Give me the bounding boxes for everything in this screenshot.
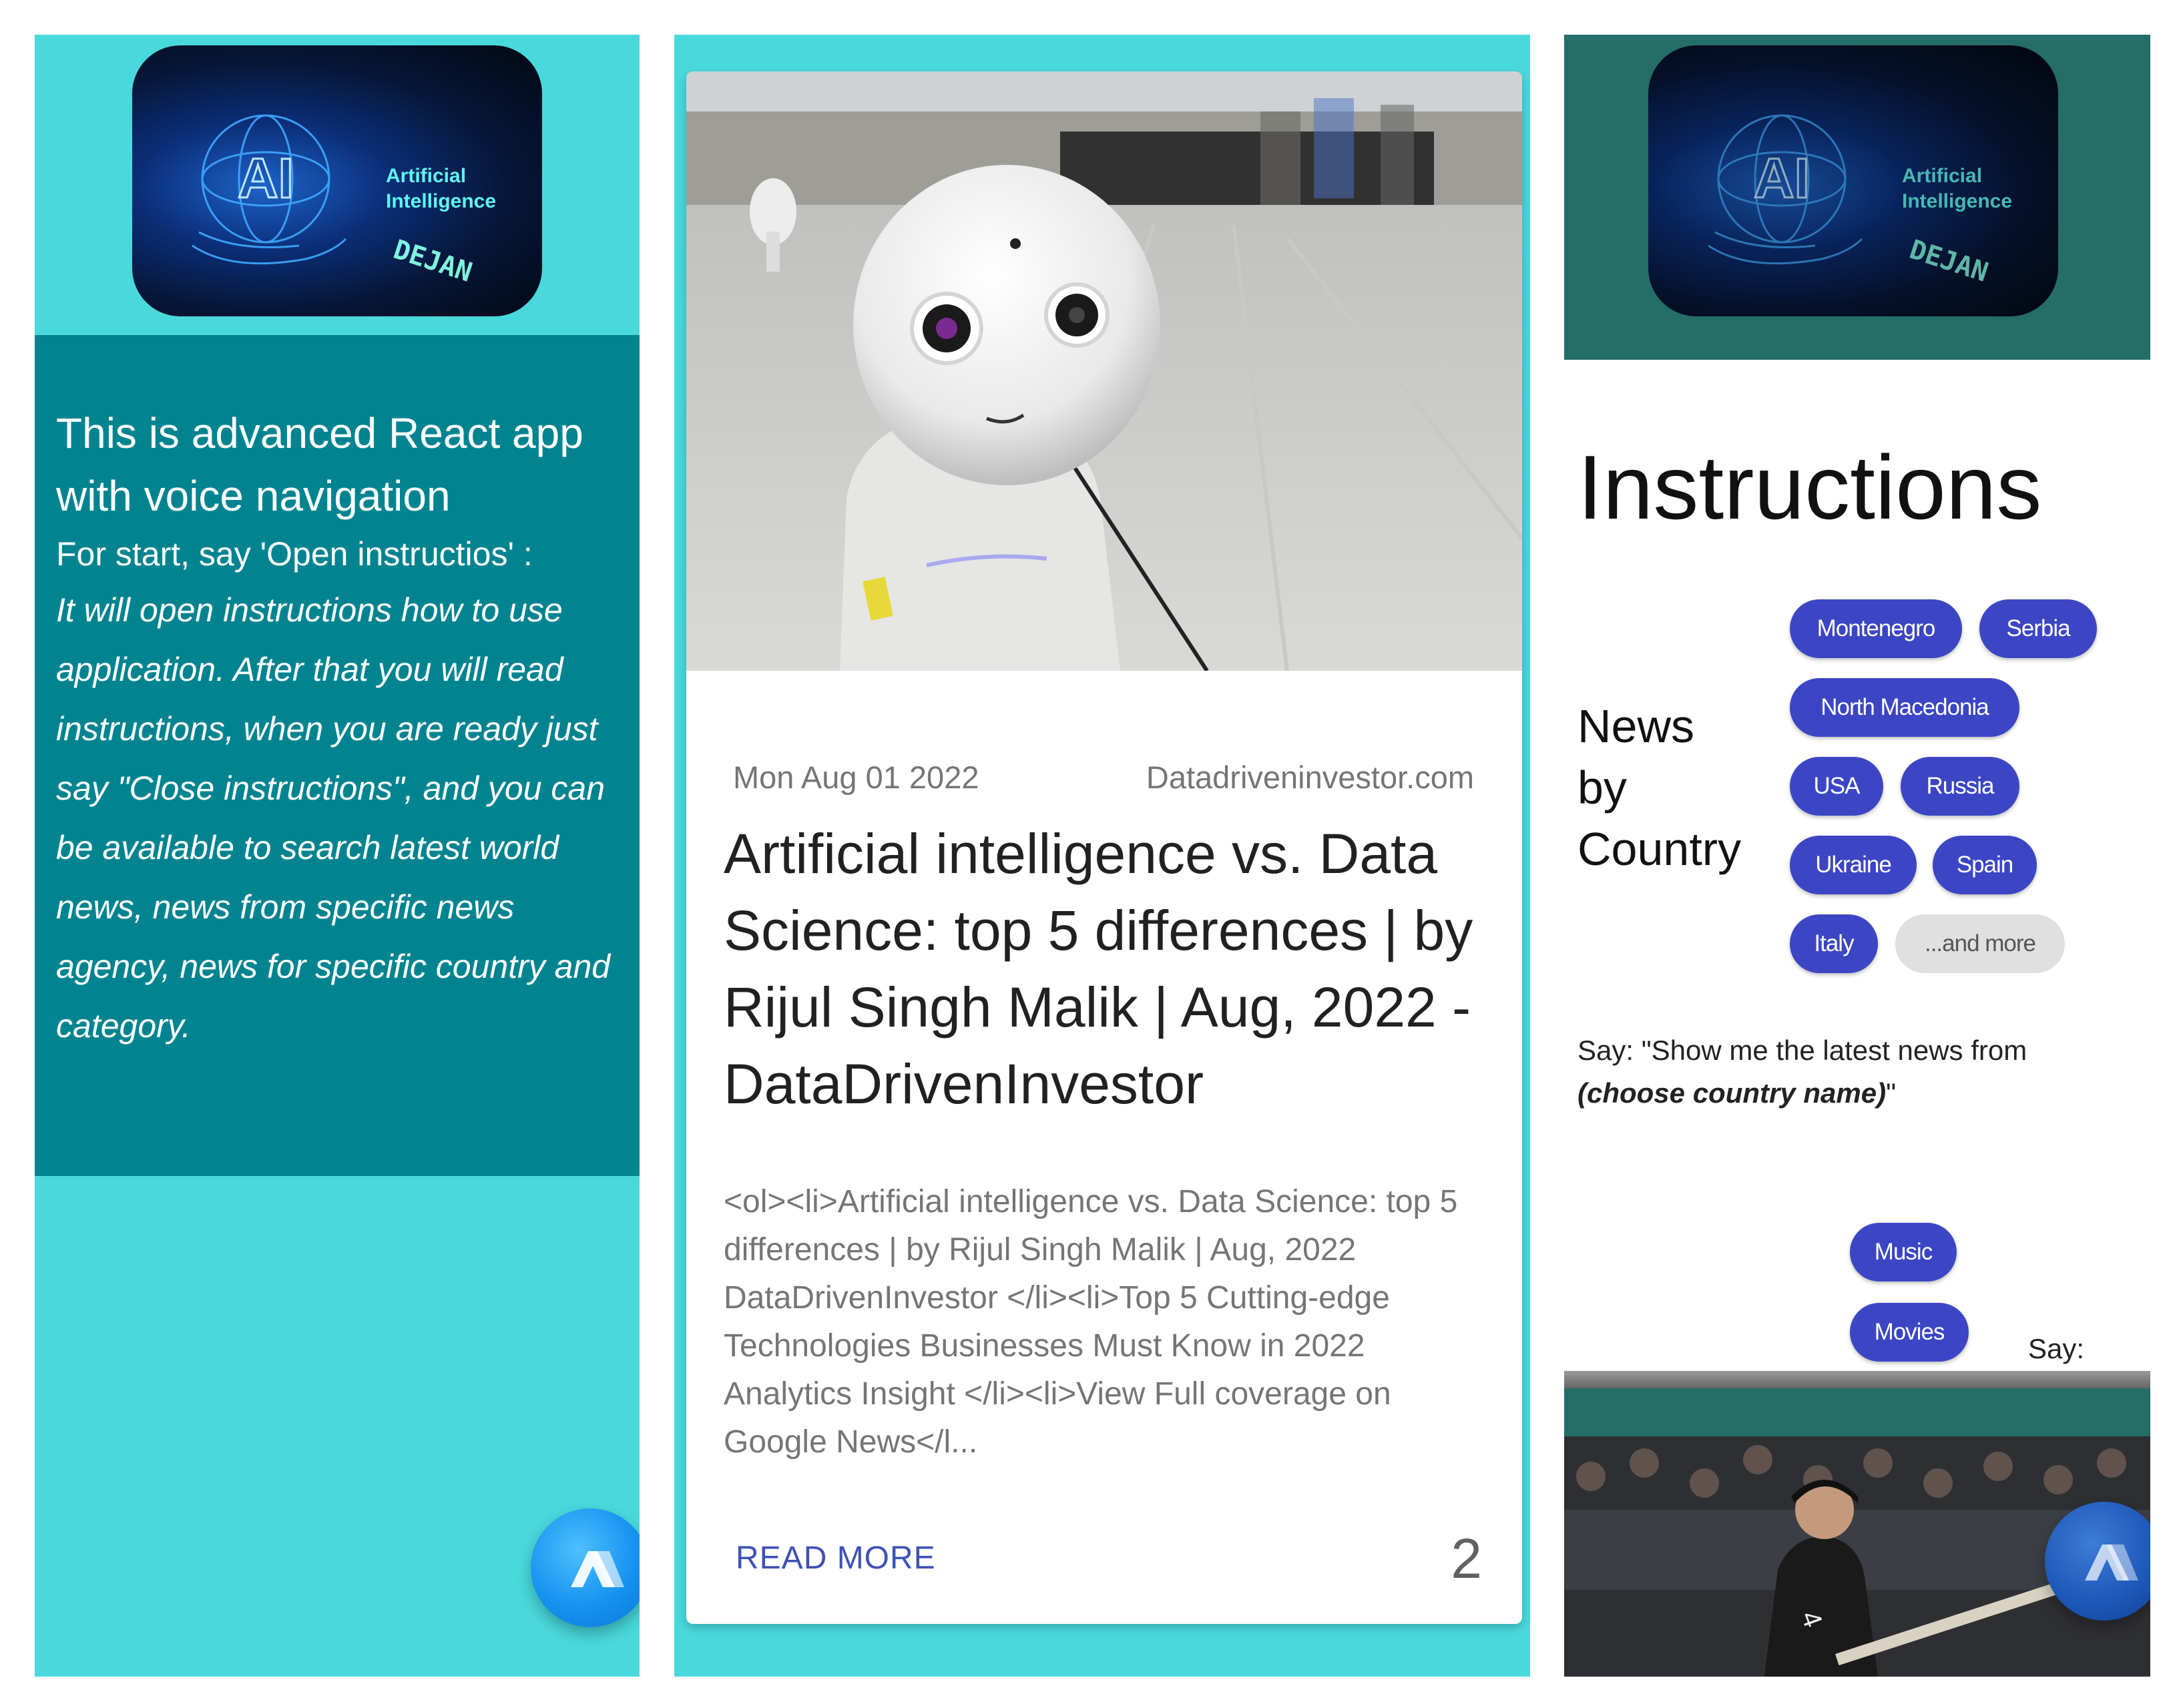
logo-title-line2: Intelligence	[386, 190, 496, 212]
ai-brain-hand-logo: AI Artificial Intelligence DEJAN	[192, 114, 496, 288]
category-chip-movies[interactable]: Movies	[1850, 1303, 1969, 1362]
app-logo[interactable]: AI Artificial Intelligence DEJAN	[132, 45, 542, 316]
country-chip-russia[interactable]: Russia	[1901, 757, 2019, 816]
logo-title-line1: Artificial	[1902, 165, 1982, 187]
ai-brain-hand-logo: AI Artificial Intelligence DEJAN	[1708, 114, 2012, 288]
voice-assistant-button-dimmed[interactable]	[2045, 1502, 2150, 1621]
country-chip-serbia[interactable]: Serbia	[1979, 599, 2097, 658]
say-suffix: "	[1886, 1077, 1897, 1109]
country-say-instruction: Say: "Show me the latest news from (choo…	[1578, 1029, 2138, 1115]
country-chip-usa[interactable]: USA	[1790, 757, 1883, 816]
more-countries-chip[interactable]: ...and more	[1895, 914, 2065, 973]
intro-title: This is advanced React app with voice na…	[56, 409, 583, 520]
country-chip-north-macedonia[interactable]: North Macedonia	[1790, 678, 2019, 737]
voice-assistant-button[interactable]	[531, 1508, 640, 1627]
say-prefix: Say: "Show me the latest news from	[1578, 1035, 2027, 1066]
instructions-title: Instructions	[1578, 437, 2042, 538]
article-index: 2	[1451, 1527, 1482, 1590]
article-title: Artificial intelligence vs. Data Science…	[724, 822, 1473, 1115]
teal-strip	[1564, 1388, 2150, 1436]
read-more-button[interactable]: READ MORE	[736, 1540, 936, 1577]
article-description: <ol><li>Artificial intelligence vs. Data…	[724, 1184, 1458, 1460]
intro-box: This is advanced React app with voice na…	[35, 335, 640, 1176]
say-emphasis: (choose country name)	[1578, 1077, 1887, 1109]
article-date: Mon Aug 01 2022	[733, 760, 979, 795]
news-card[interactable]: Mon Aug 01 2022 Datadriveninvestor.com A…	[686, 71, 1522, 1624]
country-chip-montenegro[interactable]: Montenegro	[1790, 599, 1962, 658]
news-by-country-label: News by Country	[1578, 700, 1742, 875]
category-say-label: Say:	[2028, 1333, 2085, 1364]
intro-subtitle: For start, say 'Open instructios' :	[56, 535, 533, 573]
country-chip-italy[interactable]: Italy	[1790, 914, 1878, 973]
intro-panel: AI Artificial Intelligence DEJAN This is…	[35, 35, 640, 1677]
country-chip-ukraine[interactable]: Ukraine	[1790, 836, 1917, 894]
instructions-panel: AI Artificial Intelligence DEJAN Instruc…	[1564, 35, 2150, 1677]
alan-ai-fab-icon	[571, 1551, 624, 1587]
logo-title-line2: Intelligence	[1902, 190, 2012, 212]
intro-body: It will open instructions how to use app…	[56, 591, 611, 1045]
alan-ai-fab-icon	[2085, 1544, 2138, 1581]
robot-photo	[686, 71, 1522, 671]
app-logo-dimmed[interactable]: AI Artificial Intelligence DEJAN	[1648, 45, 2058, 316]
logo-ai-text: AI	[1754, 147, 1810, 210]
modal-bottom-edge	[1564, 1371, 2150, 1388]
article-panel: Mon Aug 01 2022 Datadriveninvestor.com A…	[674, 35, 1530, 1677]
logo-title-line1: Artificial	[386, 165, 466, 187]
category-chip-music[interactable]: Music	[1850, 1223, 1957, 1282]
logo-signature: DEJAN	[390, 234, 476, 288]
logo-ai-text: AI	[238, 147, 294, 210]
logo-signature: DEJAN	[1906, 234, 1992, 288]
country-chip-spain[interactable]: Spain	[1933, 836, 2037, 894]
article-source: Datadriveninvestor.com	[1146, 760, 1474, 795]
